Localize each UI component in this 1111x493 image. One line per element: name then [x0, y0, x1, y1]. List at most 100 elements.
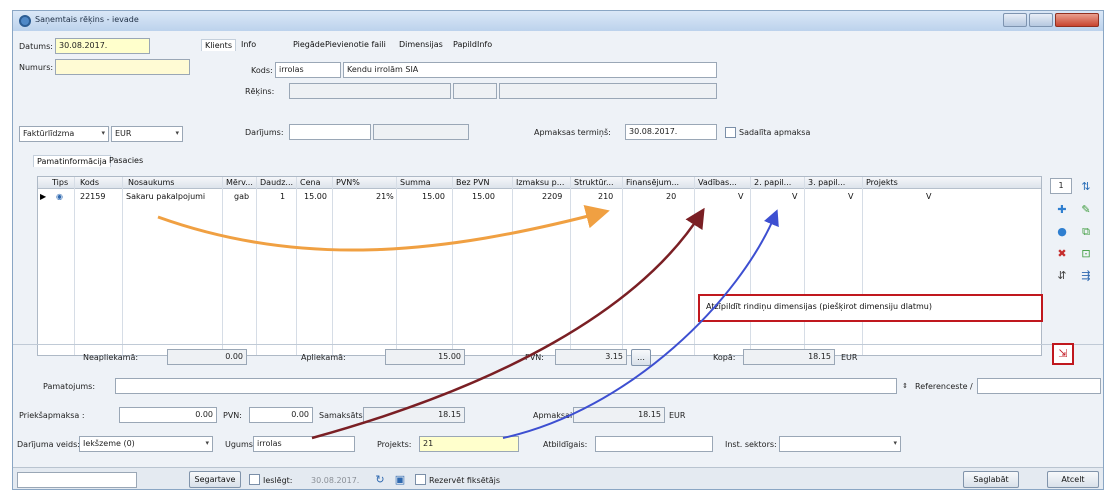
cell-kods[interactable]: 22159: [80, 192, 105, 201]
currency-select[interactable]: EUR ▾: [111, 126, 183, 142]
save-disk-icon[interactable]: ▣: [391, 471, 409, 489]
sadalita-checkbox[interactable]: [725, 127, 736, 138]
cell-pvn[interactable]: 21%: [376, 192, 394, 201]
darijums-field-2[interactable]: [373, 124, 469, 140]
apmaksai-field[interactable]: 18.15: [573, 407, 665, 423]
tab-klients[interactable]: Klients: [201, 39, 236, 51]
darijuma-veids-select[interactable]: Iekšzeme (0) ▾: [79, 436, 213, 452]
cell-projekts[interactable]: V: [926, 192, 931, 201]
datums-field[interactable]: 30.08.2017.: [55, 38, 150, 54]
cell-izmaksu[interactable]: 2209: [542, 192, 562, 201]
minimize-button[interactable]: [1003, 13, 1027, 27]
close-button[interactable]: [1055, 13, 1099, 27]
projekts-field[interactable]: 21: [419, 436, 519, 452]
cell-vadibas[interactable]: V: [738, 192, 743, 201]
ieslegt-checkbox[interactable]: [249, 474, 260, 485]
rekins-field-1[interactable]: [289, 83, 451, 99]
chevron-down-icon: ▾: [205, 439, 209, 447]
neapliekamo-field[interactable]: 0.00: [167, 349, 247, 365]
inst-sektors-select[interactable]: ▾: [779, 436, 901, 452]
tab-pamatinformacija[interactable]: Pamatinformācija: [33, 155, 111, 167]
col-pvn[interactable]: PVN%: [336, 178, 360, 187]
samaksats-field[interactable]: 18.15: [363, 407, 465, 423]
cell-summa[interactable]: 15.00: [422, 192, 445, 201]
tab-dimensijas[interactable]: Dimensijas: [399, 40, 443, 49]
apmaksas-field[interactable]: 30.08.2017.: [625, 124, 717, 140]
add-row-icon[interactable]: ✚: [1053, 201, 1071, 219]
tab-pievienotie-faili[interactable]: Pievienotie faili: [325, 40, 386, 49]
cell-bez-pvn[interactable]: 15.00: [472, 192, 495, 201]
apliekamo-field[interactable]: 15.00: [385, 349, 465, 365]
col-merv[interactable]: Mērv...: [226, 178, 253, 187]
col-daudz[interactable]: Daudz...: [260, 178, 293, 187]
darijums-label: Darījums:: [245, 128, 284, 137]
tab-info[interactable]: Info: [241, 40, 256, 49]
kods-label: Kods:: [251, 66, 273, 75]
kods-field[interactable]: irrolas: [275, 62, 341, 78]
col-bez-pvn[interactable]: Bez PVN: [456, 178, 489, 187]
col-summa[interactable]: Summa: [400, 178, 431, 187]
grid-header: Tips Kods Nosaukums Mērv... Daudz... Cen…: [38, 177, 1041, 189]
pvn-details-button[interactable]: …: [631, 349, 651, 366]
col-nosaukums[interactable]: Nosaukums: [128, 178, 174, 187]
cell-2papil[interactable]: V: [792, 192, 797, 201]
col-3papil[interactable]: 3. papil...: [808, 178, 845, 187]
pamatojums-field[interactable]: [115, 378, 897, 394]
copy-row-icon[interactable]: ⧉: [1077, 223, 1095, 241]
cell-merv[interactable]: gab: [234, 192, 249, 201]
row-selector-icon: ▶: [40, 192, 47, 201]
references-field[interactable]: [977, 378, 1101, 394]
move-row-icon[interactable]: ⇵: [1053, 267, 1071, 285]
save-button[interactable]: Saglabāt: [963, 471, 1019, 488]
col-kods[interactable]: Kods: [80, 178, 99, 187]
export-icon[interactable]: ⊡: [1077, 245, 1095, 263]
uguns-field[interactable]: irrolas: [253, 436, 355, 452]
col-struktur[interactable]: Struktūr...: [574, 178, 614, 187]
refresh-icon[interactable]: ↻: [371, 471, 389, 489]
pay-type-select[interactable]: Faktūrlīdzma ▾: [19, 126, 109, 142]
tab-papildinfo[interactable]: PapildInfo: [453, 40, 492, 49]
cell-finansejum[interactable]: 20: [666, 192, 676, 201]
rekins-label: Rēķins:: [245, 87, 275, 96]
pvn2-field[interactable]: 0.00: [249, 407, 313, 423]
col-cena[interactable]: Cena: [300, 178, 320, 187]
fill-dimensions-button[interactable]: ⇲: [1052, 343, 1074, 365]
cell-3papil[interactable]: V: [848, 192, 853, 201]
col-projekts[interactable]: Projekts: [866, 178, 898, 187]
cell-cena[interactable]: 15.00: [304, 192, 327, 201]
darijums-field-1[interactable]: [289, 124, 371, 140]
page-number-field[interactable]: 1: [1050, 178, 1072, 194]
tab-pasacies[interactable]: Pasacies: [109, 156, 143, 165]
grid-divider: [694, 177, 695, 355]
kopa-field[interactable]: 18.15: [743, 349, 835, 365]
prieksapmaksa-label: Priekšapmaksa :: [19, 411, 85, 420]
edit-row-icon[interactable]: ✎: [1077, 201, 1095, 219]
numurs-field[interactable]: [55, 59, 190, 75]
pvn-field[interactable]: 3.15: [555, 349, 627, 365]
col-izmaksu[interactable]: Izmaksu p...: [516, 178, 564, 187]
col-tips[interactable]: Tips: [52, 178, 68, 187]
col-2papil[interactable]: 2. papil...: [754, 178, 791, 187]
client-name-field[interactable]: Kendu irrolām SIA: [343, 62, 717, 78]
col-finansejum[interactable]: Finansējum...: [626, 178, 679, 187]
grid-divider: [750, 177, 751, 355]
rekins-field-3[interactable]: [499, 83, 717, 99]
tab-piegade[interactable]: Piegāde: [293, 40, 325, 49]
cell-daudz[interactable]: 1: [280, 192, 285, 201]
maximize-button[interactable]: [1029, 13, 1053, 27]
atbildigais-field[interactable]: [595, 436, 713, 452]
scroll-icon[interactable]: ⇕: [899, 377, 911, 395]
cancel-button[interactable]: Atcelt: [1047, 471, 1099, 488]
rezerves-checkbox[interactable]: [415, 474, 426, 485]
sort-icon[interactable]: ⇅: [1077, 178, 1095, 196]
col-vadibas[interactable]: Vadības...: [698, 178, 737, 187]
rekins-field-2[interactable]: [453, 83, 497, 99]
cell-nosaukums[interactable]: Sakaru pakalpojumi: [126, 192, 205, 201]
sadalita-label: Sadalīta apmaksa: [739, 128, 811, 137]
delete-row-icon[interactable]: ✖: [1053, 245, 1071, 263]
prieksapmaksa-field[interactable]: 0.00: [119, 407, 217, 423]
split-icon[interactable]: ⇶: [1077, 267, 1095, 285]
segmented-button[interactable]: Segartave: [189, 471, 241, 488]
insert-row-icon[interactable]: ●: [1053, 223, 1071, 241]
cell-struktur[interactable]: 210: [598, 192, 613, 201]
